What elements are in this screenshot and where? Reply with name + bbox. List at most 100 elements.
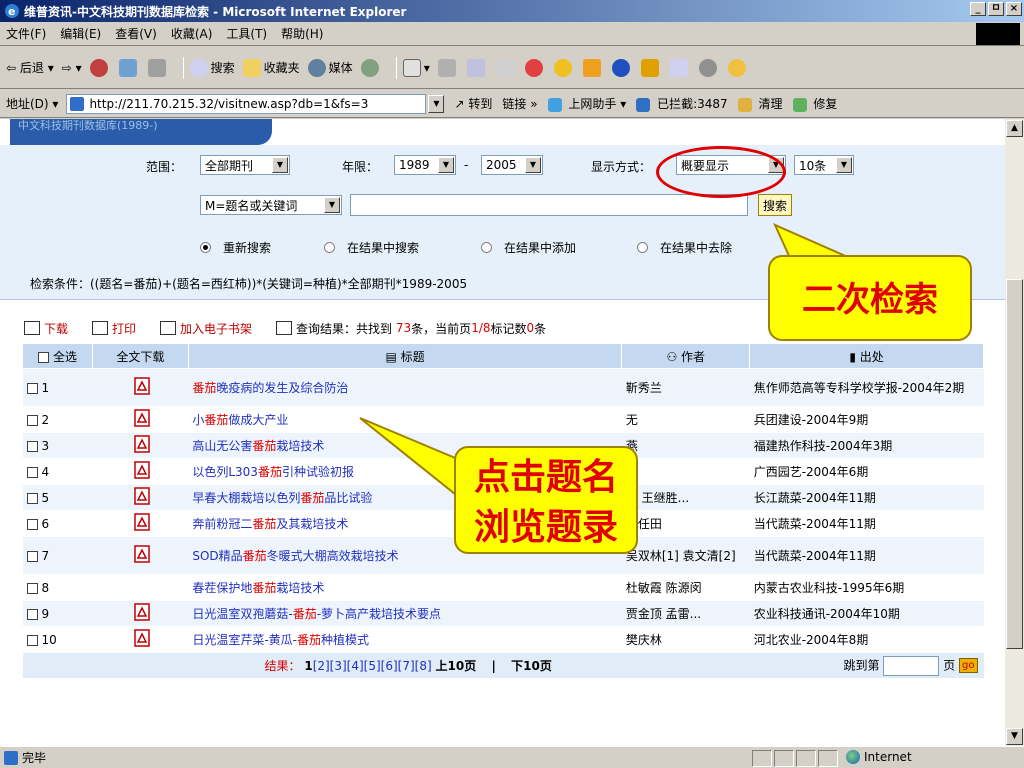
- checkbox-icon[interactable]: [26, 492, 38, 504]
- checkbox-icon[interactable]: [26, 382, 38, 394]
- year-to-select[interactable]: 2005 ▼: [481, 155, 543, 175]
- row-title-link[interactable]: 春茬保护地番茄栽培技术: [192, 581, 324, 595]
- address-dropdown-button[interactable]: ▼: [428, 94, 445, 113]
- pdf-download-icon[interactable]: [133, 487, 151, 505]
- per-page-select[interactable]: 10条 ▼: [794, 155, 854, 175]
- row-title-link[interactable]: 日光温室双孢蘑菇-番茄-萝卜高产栽培技术要点: [192, 607, 441, 621]
- mode-add-to-results[interactable]: 在结果中添加: [481, 239, 576, 256]
- row-title-link[interactable]: 高山无公害番茄栽培技术: [192, 439, 324, 453]
- pager-next10[interactable]: 下10页: [511, 659, 552, 673]
- row-select-cell[interactable]: 6: [22, 510, 93, 537]
- qq-button[interactable]: [553, 58, 575, 77]
- chevron-down-icon[interactable]: ▾: [49, 97, 58, 111]
- address-input[interactable]: http://211.70.215.32/visitnew.asp?db=1&f…: [66, 93, 427, 114]
- stop-button[interactable]: [89, 58, 111, 77]
- checkbox-icon[interactable]: [26, 518, 38, 530]
- minimize-button[interactable]: _: [970, 2, 986, 16]
- jump-go-button[interactable]: go: [959, 658, 978, 673]
- tool-button[interactable]: [640, 58, 662, 77]
- row-title-link[interactable]: 早春大棚栽培以色列番茄品比试验: [192, 491, 372, 505]
- row-title-link[interactable]: SOD精品番茄冬暖式大棚高效栽培技术: [192, 549, 398, 563]
- vertical-scrollbar[interactable]: ▲ ▼: [1005, 119, 1024, 746]
- clean-button[interactable]: 清理: [737, 95, 783, 112]
- back-button[interactable]: ⇦ 后退 ▾: [6, 59, 54, 76]
- scroll-up-icon[interactable]: ▲: [1006, 120, 1023, 137]
- menu-favorites[interactable]: 收藏(A): [171, 25, 213, 42]
- mail-button[interactable]: ▾: [402, 58, 430, 77]
- pdf-download-icon[interactable]: [133, 545, 151, 563]
- search-submit-button[interactable]: 搜索: [758, 194, 793, 216]
- row-select-cell[interactable]: 4: [22, 458, 93, 485]
- menu-edit[interactable]: 编辑(E): [60, 25, 101, 42]
- pdf-download-icon[interactable]: [133, 409, 151, 427]
- close-button[interactable]: ×: [1006, 2, 1022, 16]
- menu-help[interactable]: 帮助(H): [281, 25, 323, 42]
- row-title-link[interactable]: 奔前粉冠二番茄及其栽培技术: [192, 517, 348, 531]
- select-all-header[interactable]: 全选: [22, 343, 93, 369]
- edit-button[interactable]: [466, 58, 488, 77]
- money-button[interactable]: [582, 58, 604, 77]
- checkbox-icon[interactable]: [26, 634, 38, 646]
- row-select-cell[interactable]: 2: [22, 406, 93, 433]
- row-select-cell[interactable]: 9: [22, 600, 93, 627]
- pdf-download-icon[interactable]: [133, 603, 151, 621]
- checkbox-icon[interactable]: [26, 582, 38, 594]
- mode-exclude-from-results[interactable]: 在结果中去除: [637, 239, 732, 256]
- pdf-download-icon[interactable]: [133, 513, 151, 531]
- checkbox-icon[interactable]: [26, 440, 38, 452]
- row-select-cell[interactable]: 7: [22, 536, 93, 575]
- refresh-button[interactable]: [118, 58, 140, 77]
- search-field-select[interactable]: M=题名或关键词 ▼: [200, 195, 342, 215]
- row-select-cell[interactable]: 5: [22, 484, 93, 511]
- maximize-button[interactable]: ㅁ: [988, 2, 1004, 16]
- home-button[interactable]: [147, 58, 169, 77]
- row-select-cell[interactable]: 8: [22, 574, 93, 601]
- smiley-button[interactable]: [727, 58, 749, 77]
- row-title-link[interactable]: 小番茄做成大产业: [192, 413, 288, 427]
- pdf-download-icon[interactable]: [133, 461, 151, 479]
- checkbox-icon[interactable]: [26, 550, 38, 562]
- print-button[interactable]: [437, 58, 459, 77]
- user-button[interactable]: [698, 58, 720, 77]
- scroll-thumb[interactable]: [1006, 279, 1023, 649]
- messenger-button[interactable]: [524, 58, 546, 77]
- translate-button[interactable]: [669, 58, 691, 77]
- row-title-link[interactable]: 日光温室芹菜-黄瓜-番茄种植模式: [192, 633, 369, 647]
- add-bookshelf-button[interactable]: 加入电子书架: [160, 320, 252, 337]
- checkbox-icon[interactable]: [26, 608, 38, 620]
- pdf-download-icon[interactable]: [133, 629, 151, 647]
- scroll-down-icon[interactable]: ▼: [1006, 728, 1023, 745]
- row-select-cell[interactable]: 10: [22, 626, 93, 653]
- menu-file[interactable]: 文件(F): [6, 25, 46, 42]
- media-button[interactable]: 媒体: [307, 58, 353, 77]
- blocked-button[interactable]: 已拦截:3487: [636, 95, 728, 112]
- go-button[interactable]: ↗ 转到: [454, 95, 492, 112]
- row-title-link[interactable]: 番茄晚疫病的发生及综合防治: [192, 381, 348, 395]
- year-from-select[interactable]: 1989 ▼: [394, 155, 456, 175]
- range-select[interactable]: 全部期刊 ▼: [200, 155, 290, 175]
- row-select-cell[interactable]: 3: [22, 432, 93, 459]
- favorites-button[interactable]: 收藏夹: [242, 58, 300, 77]
- row-title-link[interactable]: 以色列L303番茄引种试验初报: [192, 465, 354, 479]
- print-results-button[interactable]: 打印: [92, 320, 136, 337]
- links-button[interactable]: 链接 »: [502, 95, 537, 112]
- checkbox-icon[interactable]: [26, 414, 38, 426]
- pager-prev10[interactable]: 上10页: [436, 659, 477, 673]
- pdf-download-icon[interactable]: [133, 377, 151, 395]
- repair-button[interactable]: 修复: [792, 95, 837, 112]
- menu-tools[interactable]: 工具(T): [226, 25, 267, 42]
- search-input[interactable]: [350, 194, 748, 216]
- history-button[interactable]: [360, 58, 382, 77]
- checkbox-icon[interactable]: [26, 466, 38, 478]
- jump-page-input[interactable]: [883, 655, 940, 676]
- pdf-download-icon[interactable]: [133, 435, 151, 453]
- forward-button[interactable]: ⇨ ▾: [62, 61, 82, 75]
- mode-new-search[interactable]: 重新搜索: [200, 239, 271, 256]
- discuss-button[interactable]: [495, 58, 517, 77]
- helper-button[interactable]: 上网助手 ▾: [547, 95, 626, 112]
- download-button[interactable]: 下载: [24, 320, 68, 337]
- mode-search-within[interactable]: 在结果中搜索: [324, 239, 419, 256]
- pager-page-links[interactable]: [2][3][4][5][6][7][8]: [313, 659, 432, 673]
- menu-view[interactable]: 查看(V): [115, 25, 157, 42]
- shield-button[interactable]: [611, 58, 633, 77]
